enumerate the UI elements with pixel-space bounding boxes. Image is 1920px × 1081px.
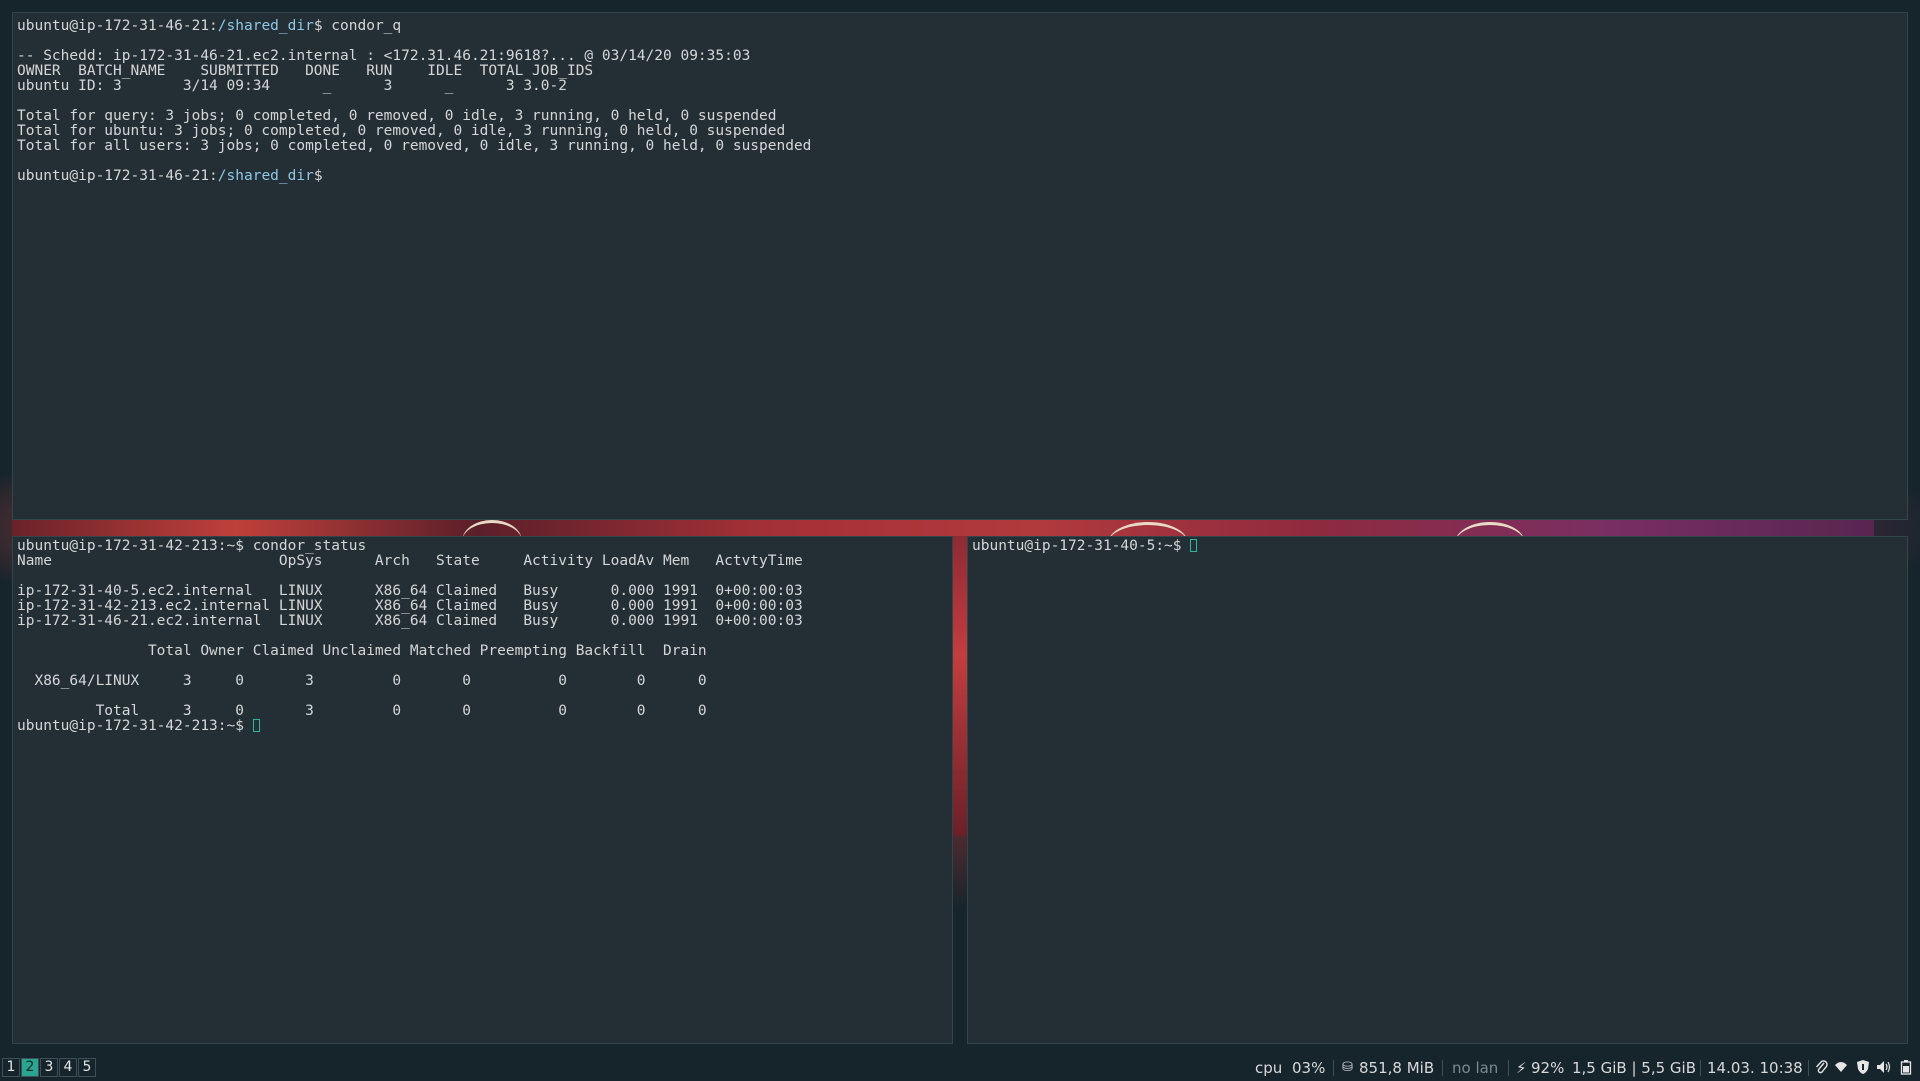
prompt-text: ubuntu@ip-172-31-40-5:~$ [972, 538, 1191, 554]
datetime: 14.03. 10:38 [1707, 1059, 1803, 1077]
memory-value: 851,8 MiB [1359, 1059, 1435, 1077]
machine-row: ip-172-31-46-21.ec2.internal LINUX X86_6… [17, 613, 803, 629]
job-line: ubuntu ID: 3 3/14 09:34 _ 3 _ 3 3.0-2 [17, 78, 567, 94]
terminal-bottom-left[interactable]: ubuntu@ip-172-31-42-213:~$ condor_status… [12, 536, 953, 1044]
prompt-line: ubuntu@ip-172-31-46-21:/shared_dir$ cond… [17, 19, 1903, 34]
prompt-user: ubuntu@ip-172-31-46-21: [17, 18, 218, 34]
schedd-line: -- Schedd: ip-172-31-46-21.ec2.internal … [17, 48, 751, 64]
prompt-line: ubuntu@ip-172-31-42-213:~$ [17, 719, 948, 734]
total-query-line: Total for query: 3 jobs; 0 completed, 0 … [17, 108, 777, 124]
lan-status: no lan [1452, 1059, 1499, 1077]
battery-tray-icon[interactable] [1900, 1059, 1912, 1077]
prompt-text: ubuntu@ip-172-31-42-213:~$ [17, 718, 253, 734]
paperclip-icon[interactable] [1814, 1059, 1828, 1077]
prompt-path: /shared_dir [217, 18, 314, 34]
workspace-2[interactable]: 2 [21, 1058, 39, 1077]
status-separator [1508, 1060, 1509, 1076]
prompt-line: ubuntu@ip-172-31-42-213:~$ condor_status [17, 539, 948, 554]
wifi-icon[interactable] [1834, 1059, 1848, 1077]
machine-row: ip-172-31-42-213.ec2.internal LINUX X86_… [17, 598, 803, 614]
workspace-3[interactable]: 3 [40, 1058, 58, 1077]
terminal-bottom-left-output: ubuntu@ip-172-31-42-213:~$ condor_status… [13, 537, 952, 734]
total-ubuntu-line: Total for ubuntu: 3 jobs; 0 completed, 0… [17, 123, 786, 139]
wallpaper-strip [12, 520, 1874, 536]
shield-icon[interactable] [1856, 1059, 1870, 1077]
workspace-5[interactable]: 5 [78, 1058, 96, 1077]
prompt-line: ubuntu@ip-172-31-40-5:~$ [972, 539, 1903, 554]
status-separator [1700, 1060, 1701, 1076]
status-header-line: Name OpSys Arch State Activity LoadAv Me… [17, 553, 803, 569]
status-bar: 1 2 3 4 5 cpu 03% ⛁ 851,8 MiB no lan ⚡ 9… [0, 1056, 1920, 1080]
cpu-value: 03% [1292, 1059, 1326, 1077]
prompt-text: ubuntu@ip-172-31-42-213:~$ [17, 538, 253, 554]
memory-icon: ⛁ [1342, 1060, 1353, 1075]
workspace-1[interactable]: 1 [2, 1058, 20, 1077]
status-separator [1808, 1060, 1809, 1076]
workspace-4[interactable]: 4 [59, 1058, 77, 1077]
terminal-bottom-right[interactable]: ubuntu@ip-172-31-40-5:~$ [967, 536, 1908, 1044]
prompt-end: $ [313, 168, 323, 184]
prompt-path: /shared_dir [217, 168, 314, 184]
terminal-bottom-right-output: ubuntu@ip-172-31-40-5:~$ [968, 537, 1907, 554]
battery-charging-icon: ⚡ [1516, 1059, 1527, 1077]
terminal-cursor [252, 719, 260, 732]
status-separator [1442, 1060, 1443, 1076]
summary-total-line: Total 3 0 3 0 0 0 0 0 [17, 703, 707, 719]
prompt-line: ubuntu@ip-172-31-46-21:/shared_dir$ [17, 169, 1903, 184]
battery-value: 92% [1531, 1059, 1565, 1077]
terminal-cursor [1190, 539, 1198, 552]
prompt-end: $ [313, 18, 332, 34]
command-text: condor_status [252, 538, 367, 554]
volume-icon[interactable] [1876, 1059, 1892, 1077]
disk-value: 1,5 GiB | 5,5 GiB [1572, 1059, 1696, 1077]
summary-arch-line: X86_64/LINUX 3 0 3 0 0 0 0 0 [17, 673, 707, 689]
total-all-line: Total for all users: 3 jobs; 0 completed… [17, 138, 812, 154]
wallpaper-gap [953, 536, 967, 836]
terminal-top[interactable]: ubuntu@ip-172-31-46-21:/shared_dir$ cond… [12, 12, 1908, 520]
machine-row: ip-172-31-40-5.ec2.internal LINUX X86_64… [17, 583, 803, 599]
summary-header-line: Total Owner Claimed Unclaimed Matched Pr… [17, 643, 707, 659]
status-separator [1333, 1060, 1334, 1076]
queue-header-line: OWNER BATCH_NAME SUBMITTED DONE RUN IDLE… [17, 63, 594, 79]
cpu-label: cpu [1255, 1059, 1283, 1077]
prompt-user: ubuntu@ip-172-31-46-21: [17, 168, 218, 184]
command-text: condor_q [331, 18, 402, 34]
terminal-top-output: ubuntu@ip-172-31-46-21:/shared_dir$ cond… [13, 13, 1907, 184]
